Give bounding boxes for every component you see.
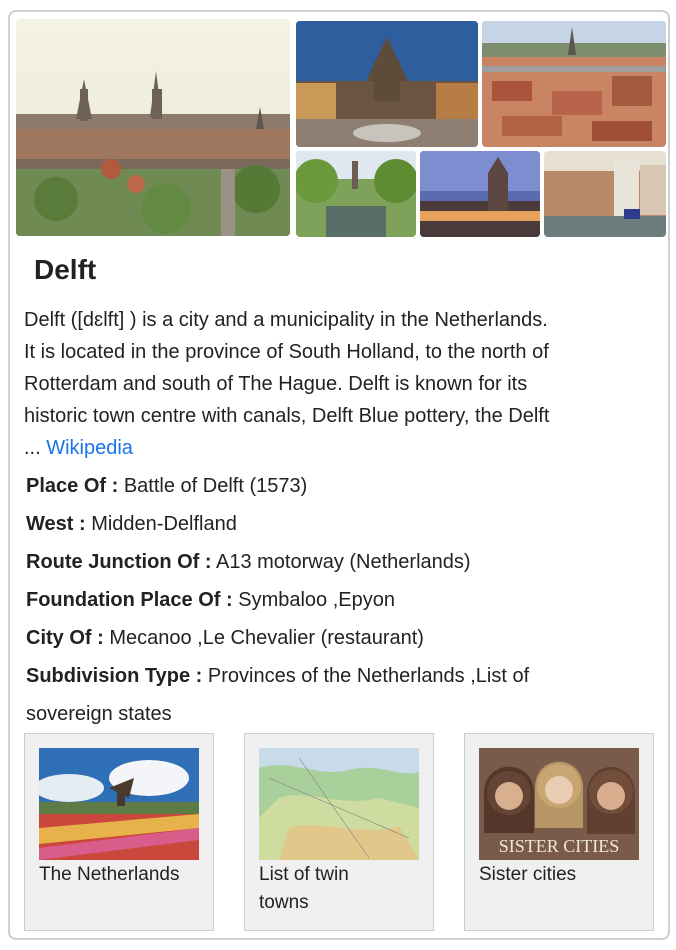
related-card-label: List of twin towns <box>259 861 429 917</box>
map-thumbnail <box>259 748 419 860</box>
poster-caption: SISTER CITIES <box>499 836 620 856</box>
related-card-label: Sister cities <box>479 861 649 889</box>
canal-trees-image[interactable] <box>296 151 416 237</box>
label-line: towns <box>259 892 309 913</box>
related-card-label: The Netherlands <box>39 861 209 889</box>
fact-row-city-of: City Of : Mecanoo ,Le Chevalier (restaur… <box>26 619 666 657</box>
facts-list: Place Of : Battle of Delft (1573) West :… <box>26 467 666 733</box>
fact-row-subdivision-type: Subdivision Type : Provinces of the Neth… <box>26 657 666 733</box>
related-card-netherlands[interactable]: The Netherlands <box>24 733 214 931</box>
aerial-rooftops-image[interactable] <box>482 21 666 147</box>
fact-label: Subdivision Type : <box>26 665 203 687</box>
fact-value: Symbaloo ,Epyon <box>238 589 395 611</box>
fact-row-foundation-place-of: Foundation Place Of : Symbaloo ,Epyon <box>26 581 666 619</box>
image-gallery <box>16 19 666 243</box>
fact-row-route-junction-of: Route Junction Of : A13 motorway (Nether… <box>26 543 666 581</box>
delft-skyline-image[interactable] <box>16 19 290 236</box>
description-line: Delft ([dɛlft] ) is a city and a municip… <box>24 309 548 331</box>
related-cards: The Netherlands List of twin towns SISTE… <box>24 733 660 931</box>
fact-label: Route Junction Of : <box>26 551 212 573</box>
sister-cities-poster-thumbnail: SISTER CITIES <box>479 748 639 860</box>
description-line-last: ... Wikipedia <box>24 432 670 464</box>
fact-value: Provinces of the Netherlands ,List of <box>207 665 530 687</box>
description-line: Rotterdam and south of The Hague. Delft … <box>24 373 528 395</box>
fact-label: City Of : <box>26 627 104 649</box>
description-line: historic town centre with canals, Delft … <box>24 405 550 427</box>
fact-row-place-of: Place Of : Battle of Delft (1573) <box>26 467 666 505</box>
description-line: It is located in the province of South H… <box>24 341 549 363</box>
label-line: List of twin <box>259 864 349 885</box>
city-hall-dusk-image[interactable] <box>420 151 540 237</box>
knowledge-panel: Delft Delft ([dɛlft] ) is a city and a m… <box>8 10 670 940</box>
ellipsis: ... <box>24 437 41 459</box>
label-line: The Netherlands <box>39 864 180 885</box>
fact-value: Mecanoo ,Le Chevalier (restaurant) <box>109 627 424 649</box>
wikipedia-link[interactable]: Wikipedia <box>46 437 133 459</box>
fact-value: Battle of Delft (1573) <box>123 475 308 497</box>
market-square-night-image[interactable] <box>296 21 478 147</box>
label-line: Sister cities <box>479 864 577 885</box>
fact-label: Foundation Place Of : <box>26 589 233 611</box>
canal-houses-image[interactable] <box>544 151 666 237</box>
entity-title: Delft <box>34 254 97 285</box>
fact-label: Place Of : <box>26 475 119 497</box>
related-card-sister-cities[interactable]: SISTER CITIES Sister cities <box>464 733 654 931</box>
fact-value: A13 motorway (Netherlands) <box>216 551 471 573</box>
tulip-field-thumbnail <box>39 748 199 860</box>
fact-value-continued: sovereign states <box>26 703 172 725</box>
fact-value: Midden-Delfland <box>91 513 237 535</box>
entity-description: Delft ([dɛlft] ) is a city and a municip… <box>24 304 670 464</box>
related-card-twin-towns[interactable]: List of twin towns <box>244 733 434 931</box>
fact-row-west: West : Midden-Delfland <box>26 505 666 543</box>
fact-label: West : <box>26 513 86 535</box>
